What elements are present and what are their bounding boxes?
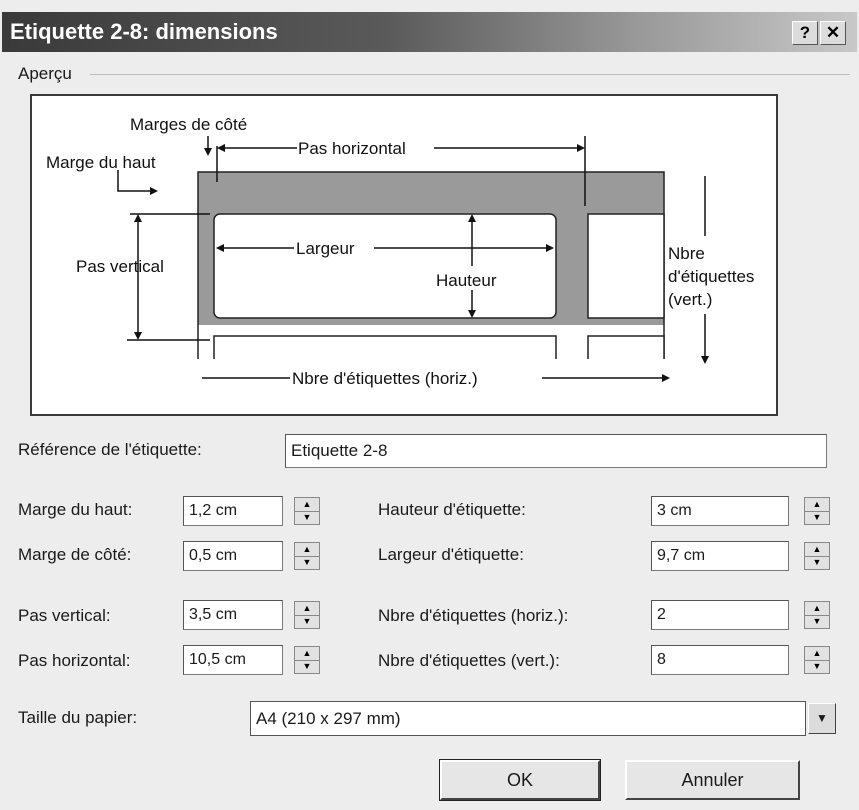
nbre-horiz-spinner[interactable]: ▲ ▼ — [804, 601, 830, 629]
marge-cote-spinner[interactable]: ▲ ▼ — [294, 542, 320, 570]
pas-vertical-label: Pas vertical: — [18, 606, 111, 625]
arrowhead — [577, 144, 585, 152]
spin-up-icon[interactable]: ▲ — [805, 498, 829, 512]
help-button[interactable]: ? — [792, 21, 818, 45]
spin-down-icon[interactable]: ▼ — [805, 660, 829, 673]
nbre-vert-text-1: Nbre — [668, 244, 705, 263]
arrowhead — [134, 214, 142, 222]
arrowhead — [204, 148, 212, 156]
arrowhead — [150, 187, 158, 195]
hauteur-spinner[interactable]: ▲ ▼ — [804, 497, 830, 525]
pas-horizontal-spinner[interactable]: ▲ ▼ — [294, 646, 320, 674]
window-title: Etiquette 2-8: dimensions — [10, 19, 278, 44]
arrowhead — [217, 144, 225, 152]
spin-up-icon[interactable]: ▲ — [295, 647, 319, 661]
marge-haut-arrow — [117, 170, 150, 192]
hauteur-label: Hauteur d'étiquette: — [378, 500, 526, 519]
reference-label: Référence de l'étiquette: — [18, 440, 202, 459]
nbre-vert-input[interactable]: 8 — [651, 645, 789, 675]
largeur-label: Largeur d'étiquette: — [378, 545, 524, 564]
largeur-text: Largeur — [296, 239, 355, 258]
spin-down-icon[interactable]: ▼ — [805, 511, 829, 524]
ok-button[interactable]: OK — [439, 759, 601, 801]
preview-group-label: Aperçu — [18, 64, 78, 84]
nbre-vert-spinner[interactable]: ▲ ▼ — [804, 646, 830, 674]
pas-horizontal-label: Pas horizontal: — [18, 651, 131, 670]
spin-up-icon[interactable]: ▲ — [295, 498, 319, 512]
spin-down-icon[interactable]: ▼ — [295, 556, 319, 569]
pas-horizontal-text: Pas horizontal — [298, 139, 406, 158]
sheet-mask — [192, 359, 672, 369]
label-1 — [213, 213, 557, 319]
chevron-down-icon[interactable]: ▼ — [808, 703, 836, 734]
title-bar[interactable]: Etiquette 2-8: dimensions ? ✕ — [2, 12, 857, 52]
largeur-spinner[interactable]: ▲ ▼ — [804, 542, 830, 570]
marge-cote-label: Marge de côté: — [18, 545, 132, 564]
spin-down-icon[interactable]: ▼ — [805, 556, 829, 569]
paper-size-label: Taille du papier: — [18, 708, 138, 727]
spin-up-icon[interactable]: ▲ — [805, 543, 829, 557]
nbre-horiz-label: Nbre d'étiquettes (horiz.): — [378, 606, 569, 625]
spin-down-icon[interactable]: ▼ — [295, 615, 319, 628]
spin-up-icon[interactable]: ▲ — [295, 543, 319, 557]
reference-input[interactable]: Etiquette 2-8 — [285, 434, 827, 468]
hauteur-input[interactable]: 3 cm — [651, 496, 789, 526]
preview-diagram: Marges de côté Marge du haut Pas horizon… — [30, 94, 778, 416]
spin-down-icon[interactable]: ▼ — [805, 615, 829, 628]
hauteur-text: Hauteur — [436, 271, 497, 290]
label-2 — [587, 213, 665, 319]
pas-vertical-input[interactable]: 3,5 cm — [183, 600, 283, 630]
group-divider — [90, 74, 850, 75]
cancel-button[interactable]: Annuler — [625, 760, 800, 800]
nbre-horiz-input[interactable]: 2 — [651, 600, 789, 630]
arrowhead — [134, 332, 142, 340]
pas-vertical-spinner[interactable]: ▲ ▼ — [294, 601, 320, 629]
pas-horizontal-input[interactable]: 10,5 cm — [183, 645, 283, 675]
label-4 — [587, 335, 665, 362]
spin-up-icon[interactable]: ▲ — [805, 602, 829, 616]
label-3 — [213, 335, 557, 362]
pas-vertical-text: Pas vertical — [76, 257, 164, 276]
marges-cote-text: Marges de côté — [130, 115, 247, 134]
marge-cote-input[interactable]: 0,5 cm — [183, 541, 283, 571]
nbre-vert-text-3: (vert.) — [668, 290, 712, 309]
paper-size-value[interactable]: A4 (210 x 297 mm) — [250, 701, 806, 736]
marge-haut-input[interactable]: 1,2 cm — [183, 496, 283, 526]
paper-size-select[interactable]: A4 (210 x 297 mm) ▼ — [250, 701, 836, 736]
marge-haut-text: Marge du haut — [46, 153, 156, 172]
spin-up-icon[interactable]: ▲ — [295, 602, 319, 616]
arrowhead — [662, 374, 670, 382]
arrowhead — [701, 356, 709, 364]
nbre-vert-text-2: d'étiquettes — [668, 267, 754, 286]
preview-svg: Marges de côté Marge du haut Pas horizon… — [46, 115, 754, 388]
marge-haut-spinner[interactable]: ▲ ▼ — [294, 497, 320, 525]
nbre-horiz-text: Nbre d'étiquettes (horiz.) — [292, 369, 478, 388]
marge-haut-label: Marge du haut: — [18, 500, 133, 519]
spin-down-icon[interactable]: ▼ — [295, 660, 319, 673]
largeur-input[interactable]: 9,7 cm — [651, 541, 789, 571]
close-button[interactable]: ✕ — [820, 21, 846, 45]
nbre-vert-label: Nbre d'étiquettes (vert.): — [378, 651, 560, 670]
spin-up-icon[interactable]: ▲ — [805, 647, 829, 661]
spin-down-icon[interactable]: ▼ — [295, 511, 319, 524]
